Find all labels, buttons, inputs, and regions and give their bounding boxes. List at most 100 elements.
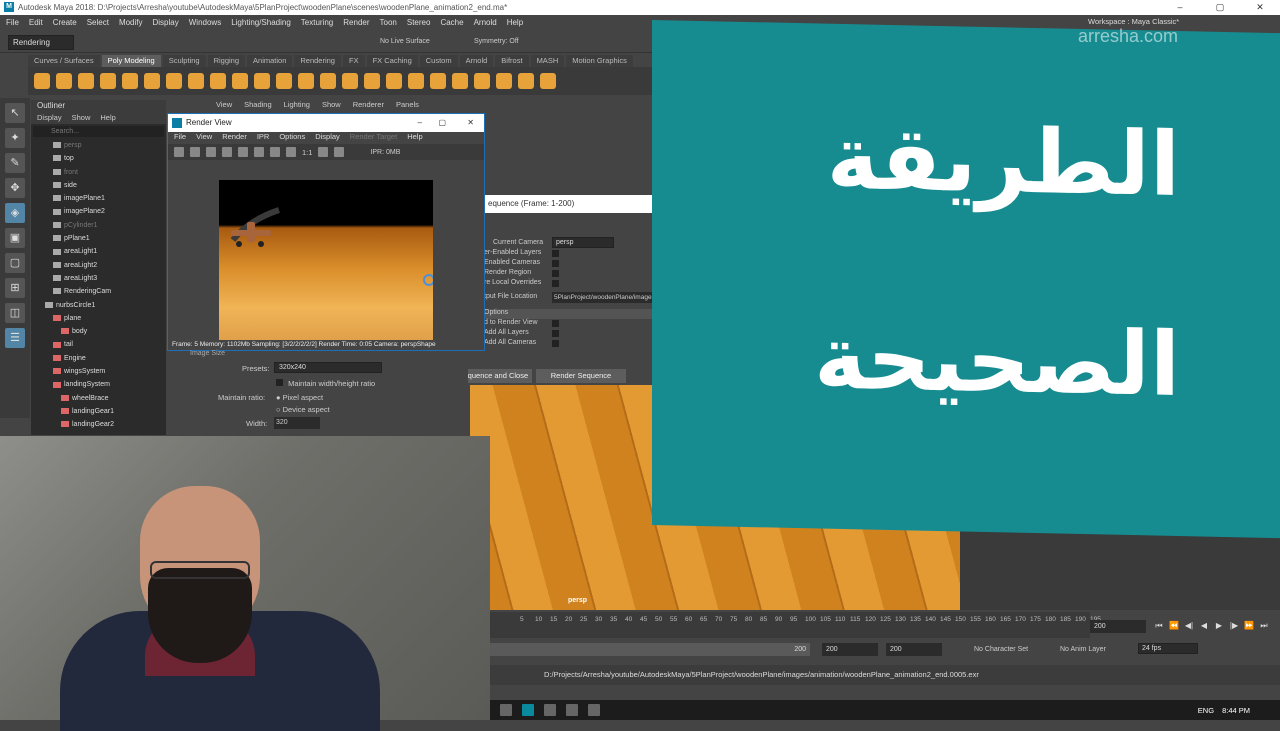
render-sequence-option-row[interactable]: er-Enabled Layers bbox=[484, 249, 654, 259]
shelf-tab[interactable]: FX Caching bbox=[366, 55, 418, 67]
render-region-icon[interactable] bbox=[190, 147, 200, 157]
viewport-menu-item[interactable]: Shading bbox=[244, 100, 272, 112]
shelf-tab[interactable]: Curves / Surfaces bbox=[28, 55, 100, 67]
workspace-selector[interactable]: Workspace : Maya Classic* bbox=[1088, 17, 1179, 26]
outliner-item[interactable]: imagePlane1 bbox=[31, 192, 166, 205]
character-set-label[interactable]: No Character Set bbox=[974, 646, 1028, 653]
shelf-tab[interactable]: Rendering bbox=[294, 55, 341, 67]
step-forward-key-icon[interactable]: ⏩ bbox=[1244, 621, 1254, 631]
checkbox-icon[interactable] bbox=[552, 280, 559, 287]
outliner-item[interactable]: top bbox=[31, 152, 166, 165]
checkbox-icon[interactable] bbox=[552, 270, 559, 277]
viewport-menu-item[interactable]: Show bbox=[322, 100, 341, 112]
zoom-label[interactable]: 1:1 bbox=[302, 148, 312, 157]
menu-item-edit[interactable]: Edit bbox=[29, 18, 43, 27]
close-icon[interactable]: ✕ bbox=[467, 114, 474, 132]
checkbox-icon[interactable] bbox=[552, 340, 559, 347]
shelf-tool-icon[interactable] bbox=[232, 73, 248, 89]
outliner-search-input[interactable]: Search... bbox=[33, 126, 164, 137]
shelf-tool-icon[interactable] bbox=[430, 73, 446, 89]
pixel-aspect-radio[interactable]: ● Pixel aspect bbox=[276, 393, 323, 402]
step-back-key-icon[interactable]: ⏪ bbox=[1169, 621, 1179, 631]
outliner-item[interactable]: plane bbox=[31, 312, 166, 325]
range-slider[interactable]: 200 bbox=[490, 643, 810, 656]
checkbox-icon[interactable] bbox=[552, 260, 559, 267]
go-to-start-icon[interactable]: ⏮ bbox=[1154, 621, 1164, 631]
outliner-item[interactable]: imagePlane2 bbox=[31, 205, 166, 218]
shelf-tool-icon[interactable] bbox=[342, 73, 358, 89]
render-view-menu-item[interactable]: File bbox=[174, 132, 186, 144]
shelf-tool-icon[interactable] bbox=[276, 73, 292, 89]
outliner-item[interactable]: areaLight2 bbox=[31, 259, 166, 272]
minimize-icon[interactable]: – bbox=[1160, 0, 1200, 15]
shelf-tab[interactable]: Custom bbox=[419, 55, 458, 67]
outliner-item[interactable]: side bbox=[31, 179, 166, 192]
shelf-tool-icon[interactable] bbox=[254, 73, 270, 89]
menu-set-dropdown[interactable]: Rendering bbox=[8, 35, 74, 50]
viewport-menu-item[interactable]: View bbox=[216, 100, 232, 112]
shelf-tool-icon[interactable] bbox=[100, 73, 116, 89]
shelf-tool-icon[interactable] bbox=[144, 73, 160, 89]
outliner-item[interactable]: landingGear2 bbox=[31, 418, 166, 431]
taskbar-calculator-icon[interactable] bbox=[588, 704, 600, 716]
render-view-menu-item[interactable]: Display bbox=[315, 132, 340, 144]
image-size-header[interactable]: Image Size bbox=[190, 350, 225, 357]
current-camera-dropdown[interactable]: persp bbox=[552, 237, 614, 248]
menu-item-texturing[interactable]: Texturing bbox=[301, 18, 333, 27]
shelf-tool-icon[interactable] bbox=[78, 73, 94, 89]
outliner-item[interactable]: landingSystem bbox=[31, 378, 166, 391]
close-icon[interactable]: ✕ bbox=[1240, 0, 1280, 15]
shelf-tool-icon[interactable] bbox=[122, 73, 138, 89]
lasso-tool-icon[interactable]: ✦ bbox=[5, 128, 25, 148]
refresh-icon[interactable] bbox=[238, 147, 248, 157]
playback-end-field[interactable]: 200 bbox=[886, 643, 942, 656]
taskbar-maya-icon[interactable] bbox=[522, 704, 534, 716]
shelf-tool-icon[interactable] bbox=[540, 73, 556, 89]
menu-item-windows[interactable]: Windows bbox=[189, 18, 221, 27]
outliner-menu-item[interactable]: Help bbox=[100, 113, 115, 122]
outliner-item[interactable]: wingsSystem bbox=[31, 365, 166, 378]
render-sequence-option-row[interactable]: d to Render View bbox=[484, 319, 654, 329]
rgb-icon[interactable] bbox=[270, 147, 280, 157]
render-sequence-option-row[interactable]: Render Region bbox=[484, 269, 654, 279]
shelf-tab[interactable]: FX bbox=[342, 55, 365, 67]
outliner-item[interactable]: landingGear1 bbox=[31, 405, 166, 418]
symmetry-label[interactable]: Symmetry: Off bbox=[474, 38, 519, 45]
outliner-menu-item[interactable]: Display bbox=[37, 113, 62, 122]
step-forward-icon[interactable]: |▶ bbox=[1229, 621, 1239, 631]
outliner-menu-item[interactable]: Show bbox=[72, 113, 91, 122]
menu-item-display[interactable]: Display bbox=[153, 18, 179, 27]
channel-icon[interactable] bbox=[286, 147, 296, 157]
viewport-menu-item[interactable]: Lighting bbox=[284, 100, 310, 112]
maximize-icon[interactable]: ▢ bbox=[1200, 0, 1240, 15]
shelf-tab[interactable]: Motion Graphics bbox=[566, 55, 633, 67]
shelf-tool-icon[interactable] bbox=[452, 73, 468, 89]
render-view-menu-item[interactable]: Help bbox=[407, 132, 422, 144]
width-field[interactable]: 320 bbox=[274, 417, 320, 429]
render-view-menu-item[interactable]: IPR bbox=[257, 132, 270, 144]
render-sequence-option-row[interactable]: Enabled Cameras bbox=[484, 259, 654, 269]
anim-layer-label[interactable]: No Anim Layer bbox=[1060, 646, 1106, 653]
rotate-tool-icon[interactable]: ◈ bbox=[5, 203, 25, 223]
play-forward-icon[interactable]: ▶ bbox=[1214, 621, 1224, 631]
outliner-layout-icon[interactable]: ☰ bbox=[5, 328, 25, 348]
render-sequence-option-row[interactable]: re Local Overrides bbox=[484, 279, 654, 289]
outliner-item[interactable]: RenderingCam bbox=[31, 285, 166, 298]
shelf-tool-icon[interactable] bbox=[320, 73, 336, 89]
minimize-icon[interactable]: – bbox=[418, 114, 422, 132]
stop-icon[interactable] bbox=[254, 147, 264, 157]
shelf-tool-icon[interactable] bbox=[474, 73, 490, 89]
outliner-item[interactable]: front bbox=[31, 166, 166, 179]
shelf-tool-icon[interactable] bbox=[56, 73, 72, 89]
menu-item-modify[interactable]: Modify bbox=[119, 18, 143, 27]
device-aspect-radio[interactable]: ○ Device aspect bbox=[276, 405, 330, 414]
outliner-item[interactable]: pCylinder1 bbox=[31, 219, 166, 232]
render-view-menu-item[interactable]: Render bbox=[222, 132, 247, 144]
shelf-tab[interactable]: Rigging bbox=[207, 55, 246, 67]
menu-item-lightingshading[interactable]: Lighting/Shading bbox=[231, 18, 291, 27]
menu-item-help[interactable]: Help bbox=[507, 18, 523, 27]
shelf-tool-icon[interactable] bbox=[386, 73, 402, 89]
ipr-icon[interactable] bbox=[222, 147, 232, 157]
presets-dropdown[interactable]: 320x240 bbox=[274, 362, 382, 373]
scale-tool-icon[interactable]: ▣ bbox=[5, 228, 25, 248]
